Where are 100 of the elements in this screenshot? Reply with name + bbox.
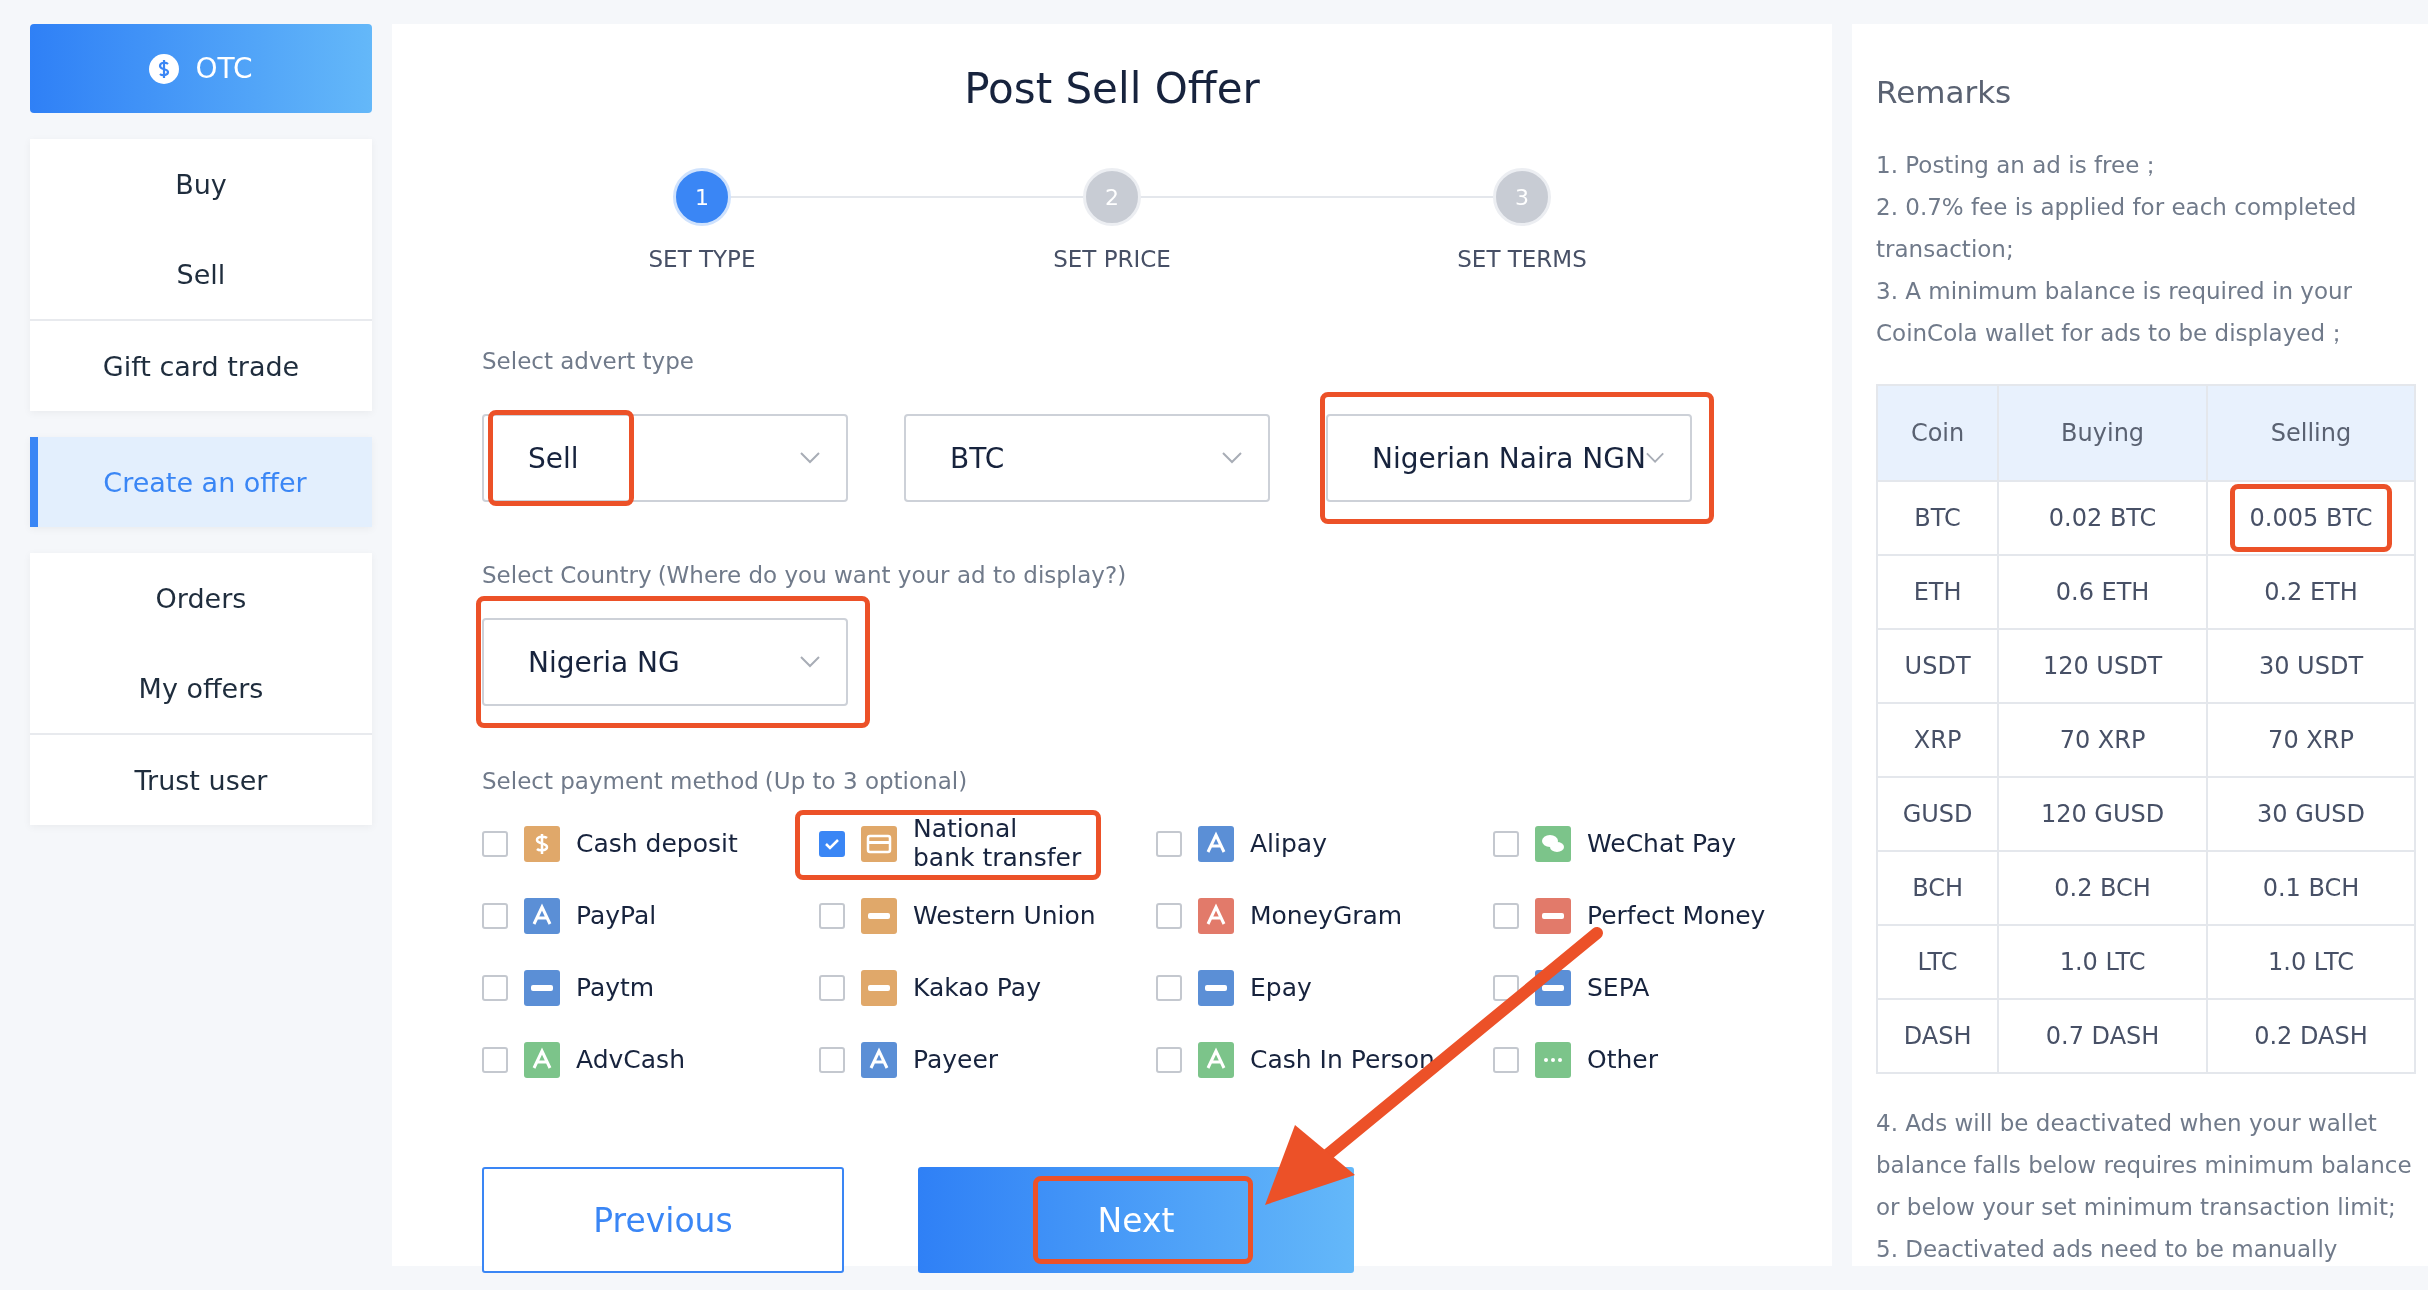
payment-method-label: Cash In Person [1250,1045,1435,1075]
column-header: Buying [1998,385,2207,481]
dropdown-select[interactable]: Nigerian Naira NGN [1326,414,1692,502]
table-cell: 1.0 LTC [1998,925,2207,999]
table-cell: BTC [1877,481,1999,555]
letter-logo-icon [524,898,560,934]
sidebar-item[interactable]: Sell [30,229,372,319]
step-label: SET TERMS [1457,246,1587,272]
table-cell: 1.0 LTC [2207,925,2415,999]
otc-title: OTC [195,52,253,85]
checkbox[interactable] [482,975,508,1001]
table-cell: GUSD [1877,777,1999,851]
payment-method-label: Western Union [913,901,1096,931]
table-cell: 0.005 BTC [2207,481,2415,555]
step-number: 1 [673,168,731,226]
letter-logo-icon [524,1042,560,1078]
checkbox[interactable] [1156,1047,1182,1073]
payment-method-label: Epay [1250,973,1312,1003]
checkbox[interactable] [819,1047,845,1073]
payment-method-label: MoneyGram [1250,901,1403,931]
dollar-coin-icon [149,53,180,84]
dots-icon [1535,1042,1571,1078]
field-hint: (Where do you want your ad to display?) [657,562,1127,588]
checkbox[interactable] [1493,1047,1519,1073]
sidebar-item[interactable]: My offers [30,643,372,733]
table-cell: 0.2 BCH [1998,851,2207,925]
bar-logo-icon [861,970,897,1006]
table-cell: LTC [1877,925,1999,999]
table-cell: 120 USDT [1998,629,2207,703]
dropdown-select[interactable]: Sell [482,414,848,502]
payment-method-label: AdvCash [576,1045,685,1075]
chat-bubbles-icon [1535,826,1571,862]
payment-method-label: Other [1587,1045,1658,1075]
checkbox[interactable] [482,831,508,857]
letter-logo-icon [1198,898,1234,934]
sidebar-item[interactable]: Trust user [30,733,372,825]
checkbox[interactable] [1493,975,1519,1001]
bar-logo-icon [524,970,560,1006]
checkbox[interactable] [819,831,845,857]
table-cell: USDT [1877,629,1999,703]
table-cell: 0.6 ETH [1998,555,2207,629]
payment-method-label: PayPal [576,901,657,931]
remark-note: 2. 0.7% fee is applied for each completed transaction; [1876,193,2358,264]
chevron-down-icon [800,452,820,464]
table-cell: DASH [1877,999,1999,1073]
bar-logo-icon [861,898,897,934]
remark-note: 1. Posting an ad is free； [1876,151,2164,180]
payment-method-label: Cash deposit [576,829,738,859]
payment-method-label: Paytm [576,973,655,1003]
step-label: SET TYPE [648,246,756,272]
checkbox[interactable] [1156,975,1182,1001]
payment-method-label: Perfect Money [1587,901,1766,931]
dropdown-select[interactable]: Nigeria NG [482,618,848,706]
checkbox[interactable] [1156,903,1182,929]
field-label: Select payment method [482,768,759,794]
chevron-down-icon [1645,452,1664,464]
remark-note: 5. Deactivated ads need to be manually [1876,1235,2339,1264]
chevron-down-icon [800,656,820,668]
remark-note: 3. A minimum balance is required in your CoinCola wallet for ads to be displayed； [1876,277,2353,348]
check-icon [824,838,840,850]
table-cell: 70 XRP [2207,703,2415,777]
page-title: Post Sell Offer [963,64,1261,113]
checkbox[interactable] [1493,831,1519,857]
sidebar-item[interactable]: Orders [30,553,372,643]
letter-logo-icon [1198,826,1234,862]
payment-method-label: SEPA [1587,973,1650,1003]
checkbox[interactable] [482,1047,508,1073]
field-label: Select advert type [482,348,694,374]
field-label: Select Country [482,562,652,588]
sidebar-item[interactable]: Buy [30,139,372,229]
table-cell: 30 USDT [2207,629,2415,703]
previous-button[interactable]: Previous [482,1167,844,1273]
bar-logo-icon [1198,970,1234,1006]
checkbox[interactable] [482,903,508,929]
bar-logo-icon [1535,898,1571,934]
payment-method-label: Kakao Pay [913,973,1041,1003]
table-cell: BCH [1877,851,1999,925]
letter-logo-icon [1198,1042,1234,1078]
column-header: Selling [2207,385,2415,481]
sidebar-item[interactable]: Gift card trade [30,319,372,411]
dollar-icon [524,826,560,862]
checkbox[interactable] [1156,831,1182,857]
remarks-title: Remarks [1876,74,2013,110]
payment-method-label: National bank transfer [913,815,1083,873]
dropdown-select[interactable]: BTC [904,414,1270,502]
field-hint: (Up to 3 optional) [764,768,968,794]
table-cell: 0.2 DASH [2207,999,2415,1073]
table-cell: 0.2 ETH [2207,555,2415,629]
checkbox[interactable] [819,975,845,1001]
payment-method-label: Alipay [1250,829,1327,859]
step-label: SET PRICE [1053,246,1171,272]
table-cell: 0.7 DASH [1998,999,2207,1073]
table-cell: 70 XRP [1998,703,2207,777]
column-header: Coin [1877,385,1999,481]
table-cell: 120 GUSD [1998,777,2207,851]
checkbox[interactable] [1493,903,1519,929]
table-cell: 0.1 BCH [2207,851,2415,925]
table-cell: ETH [1877,555,1999,629]
checkbox[interactable] [819,903,845,929]
table-cell: XRP [1877,703,1999,777]
